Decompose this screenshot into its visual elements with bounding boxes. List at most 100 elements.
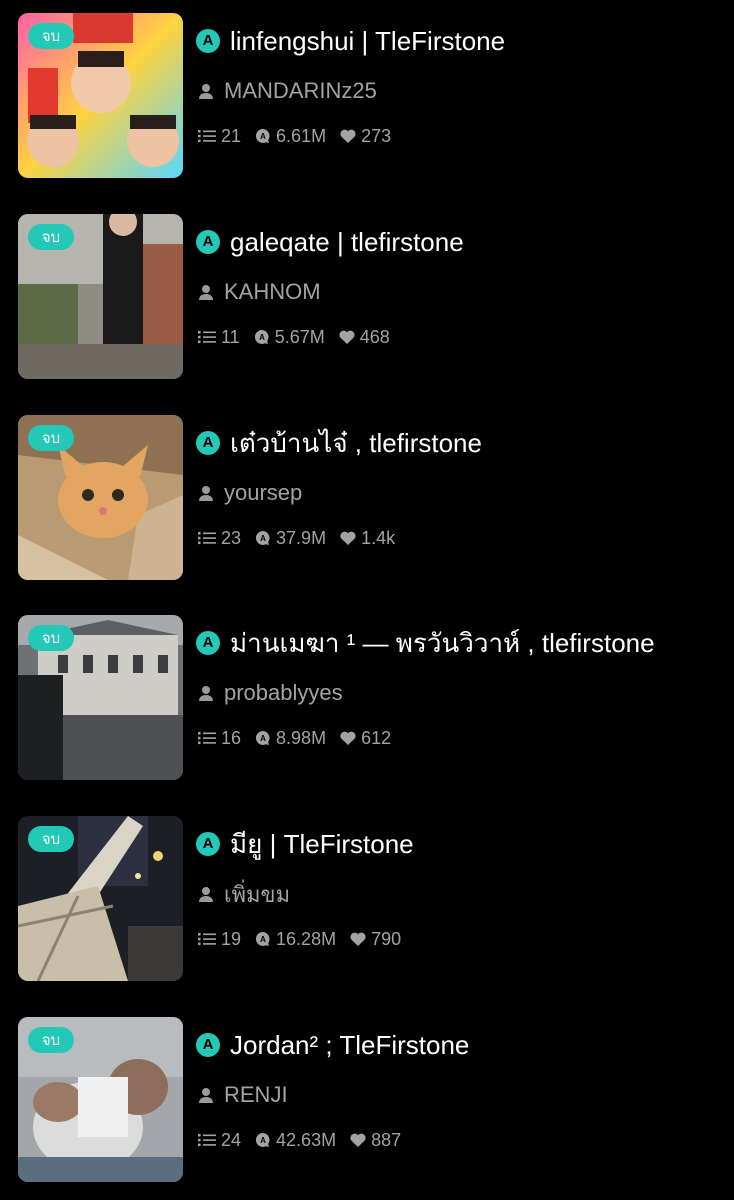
- votes-count: 612: [361, 727, 392, 748]
- list-icon: [198, 732, 216, 745]
- story-author-row[interactable]: RENJI: [198, 1079, 288, 1111]
- story-stats: 19 A 16.28M 790: [198, 926, 415, 952]
- heart-icon: [340, 129, 356, 143]
- svg-text:A: A: [260, 734, 266, 743]
- story-author[interactable]: MANDARINz25: [224, 78, 377, 104]
- heart-icon: [340, 531, 356, 545]
- reads-count: 6.61M: [276, 125, 327, 146]
- story-title-row[interactable]: A galeqate | tlefirstone: [196, 222, 464, 262]
- parts-count: 19: [221, 928, 242, 949]
- person-icon: [199, 686, 213, 701]
- story-title[interactable]: linfengshui | TleFirstone: [230, 26, 505, 57]
- story-author[interactable]: KAHNOM: [224, 279, 321, 305]
- eye-bubble-icon: A: [255, 931, 270, 946]
- person-icon: [199, 285, 213, 300]
- a-circle-icon: A: [196, 631, 220, 655]
- eye-bubble-icon: A: [255, 730, 270, 745]
- story-cover[interactable]: จบ: [18, 816, 183, 981]
- story-title-row[interactable]: A เต๋วบ้านไจ๋ , tlefirstone: [196, 423, 482, 463]
- svg-text:A: A: [260, 935, 266, 944]
- completed-badge: จบ: [28, 826, 74, 852]
- votes-count: 273: [361, 125, 392, 146]
- list-icon: [198, 933, 216, 946]
- completed-badge: จบ: [28, 23, 74, 49]
- a-circle-icon: A: [196, 1033, 220, 1057]
- reads-count: 8.98M: [276, 727, 327, 748]
- story-item[interactable]: จบ A ม่านเมฆา ¹ — พรวันวิวาห์ , tlefirst…: [0, 615, 734, 785]
- a-circle-icon: A: [196, 230, 220, 254]
- votes-count: 887: [371, 1129, 402, 1150]
- story-title[interactable]: galeqate | tlefirstone: [230, 227, 464, 258]
- list-icon: [198, 1134, 216, 1147]
- completed-badge: จบ: [28, 425, 74, 451]
- story-author[interactable]: yoursep: [224, 480, 302, 506]
- story-author[interactable]: probablyyes: [224, 680, 343, 706]
- heart-icon: [350, 932, 366, 946]
- list-icon: [198, 331, 216, 344]
- votes-count: 1.4k: [361, 527, 396, 548]
- story-title[interactable]: มียู | TleFirstone: [230, 824, 414, 865]
- a-circle-icon: A: [196, 832, 220, 856]
- eye-bubble-icon: A: [254, 329, 269, 344]
- parts-count: 21: [221, 125, 242, 146]
- story-title-row[interactable]: A Jordan² ; TleFirstone: [196, 1025, 469, 1065]
- story-stats: 21 A 6.61M 273: [198, 123, 405, 149]
- svg-text:A: A: [260, 534, 266, 543]
- svg-text:A: A: [260, 1136, 266, 1145]
- story-author-row[interactable]: probablyyes: [198, 677, 343, 709]
- story-item[interactable]: จบ A เต๋วบ้านไจ๋ , tlefirstone yoursep 2…: [0, 415, 734, 585]
- completed-badge: จบ: [28, 625, 74, 651]
- votes-count: 468: [359, 326, 390, 347]
- parts-count: 23: [221, 527, 242, 548]
- parts-count: 24: [221, 1129, 242, 1150]
- completed-badge: จบ: [28, 224, 74, 250]
- heart-icon: [350, 1133, 366, 1147]
- story-stats: 16 A 8.98M 612: [198, 725, 405, 751]
- story-cover[interactable]: จบ: [18, 1017, 183, 1182]
- reads-count: 37.9M: [276, 527, 327, 548]
- votes-count: 790: [371, 928, 402, 949]
- eye-bubble-icon: A: [255, 530, 270, 545]
- story-author[interactable]: เพิ่มขม: [224, 877, 290, 912]
- story-list: จบ A linfengshui | TleFirstone MANDARINz…: [0, 0, 734, 1200]
- heart-icon: [339, 330, 355, 344]
- story-author[interactable]: RENJI: [224, 1082, 288, 1108]
- story-item[interactable]: จบ A linfengshui | TleFirstone MANDARINz…: [0, 13, 734, 183]
- person-icon: [199, 1088, 213, 1103]
- story-stats: 23 A 37.9M 1.4k: [198, 525, 409, 551]
- story-stats: 11 A 5.67M 468: [198, 324, 404, 350]
- story-item[interactable]: จบ A มียู | TleFirstone เพิ่มขม 19 A 16.…: [0, 816, 734, 986]
- completed-badge: จบ: [28, 1027, 74, 1053]
- reads-count: 5.67M: [274, 326, 325, 347]
- person-icon: [199, 84, 213, 99]
- story-author-row[interactable]: yoursep: [198, 477, 302, 509]
- list-icon: [198, 532, 216, 545]
- eye-bubble-icon: A: [255, 128, 270, 143]
- a-circle-icon: A: [196, 29, 220, 53]
- eye-bubble-icon: A: [255, 1132, 270, 1147]
- reads-count: 16.28M: [276, 928, 337, 949]
- story-author-row[interactable]: KAHNOM: [198, 276, 321, 308]
- story-title[interactable]: Jordan² ; TleFirstone: [230, 1030, 469, 1061]
- svg-text:A: A: [260, 132, 266, 141]
- story-stats: 24 A 42.63M 887: [198, 1127, 415, 1153]
- svg-text:A: A: [259, 333, 265, 342]
- reads-count: 42.63M: [276, 1129, 337, 1150]
- person-icon: [199, 486, 213, 501]
- story-author-row[interactable]: MANDARINz25: [198, 75, 377, 107]
- story-cover[interactable]: จบ: [18, 214, 183, 379]
- story-item[interactable]: จบ A galeqate | tlefirstone KAHNOM 11 A …: [0, 214, 734, 384]
- story-cover[interactable]: จบ: [18, 615, 183, 780]
- story-title[interactable]: ม่านเมฆา ¹ — พรวันวิวาห์ , tlefirstone: [230, 623, 655, 664]
- story-cover[interactable]: จบ: [18, 415, 183, 580]
- list-icon: [198, 130, 216, 143]
- story-author-row[interactable]: เพิ่มขม: [198, 878, 290, 910]
- story-cover[interactable]: จบ: [18, 13, 183, 178]
- story-item[interactable]: จบ A Jordan² ; TleFirstone RENJI 24 A 42…: [0, 1017, 734, 1187]
- parts-count: 11: [221, 326, 240, 347]
- story-title-row[interactable]: A มียู | TleFirstone: [196, 824, 414, 864]
- story-title-row[interactable]: A ม่านเมฆา ¹ — พรวันวิวาห์ , tlefirstone: [196, 623, 655, 663]
- parts-count: 16: [221, 727, 242, 748]
- story-title-row[interactable]: A linfengshui | TleFirstone: [196, 21, 505, 61]
- story-title[interactable]: เต๋วบ้านไจ๋ , tlefirstone: [230, 423, 482, 464]
